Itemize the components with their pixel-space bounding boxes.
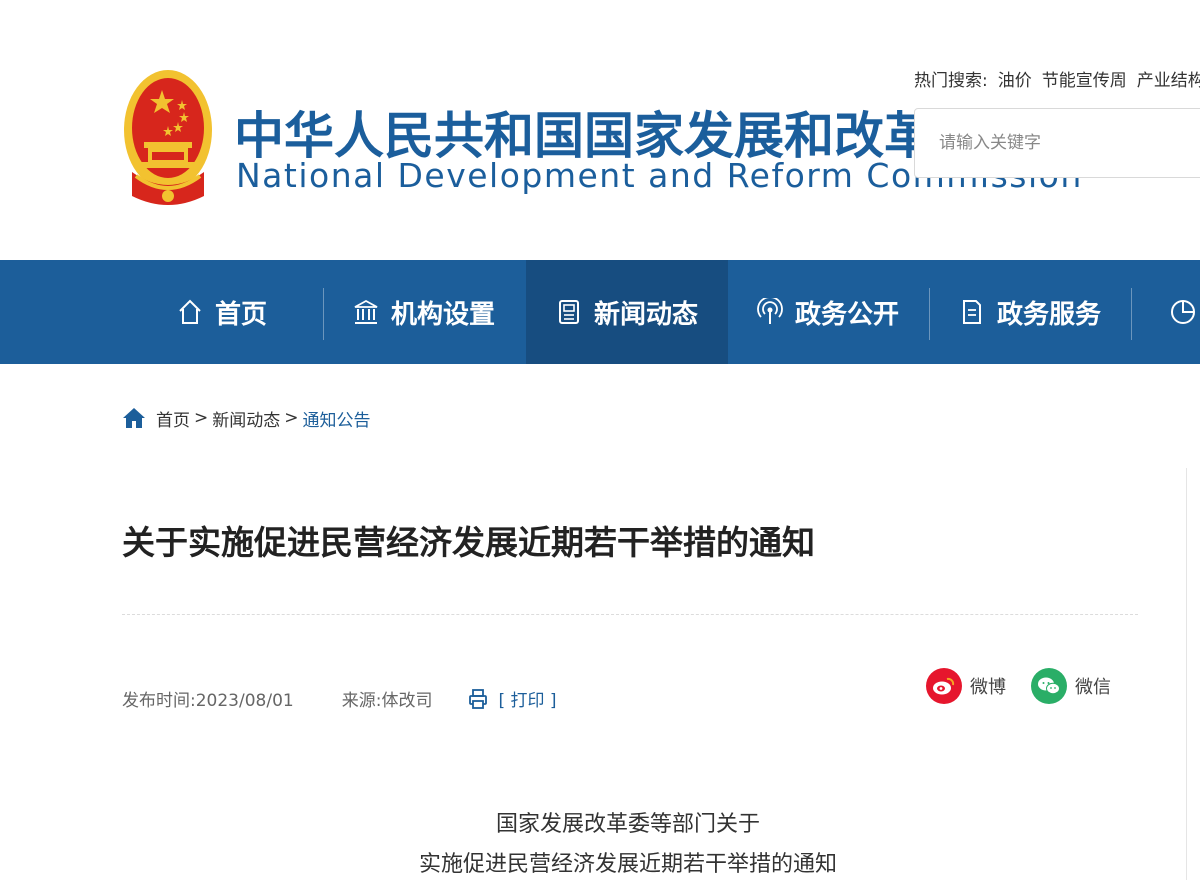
pie-chart-icon [1171, 300, 1195, 324]
institution-building-icon [354, 299, 378, 324]
article-title: 关于实施促进民营经济发展近期若干举措的通知 [122, 523, 815, 562]
document-icon [962, 300, 981, 324]
printer-icon [469, 688, 488, 709]
nav-item-data[interactable] [1132, 260, 1200, 364]
breadcrumb: 首页 > 新闻动态 > 通知公告 [122, 404, 371, 432]
nav-item-home[interactable]: 首页 [122, 260, 322, 364]
search-box [914, 108, 1200, 178]
main-nav: 首页 机构设置 新闻动态 政务公开 政务服务 [0, 260, 1200, 364]
article-meta: 发布时间:2023/08/01 来源:体改司 [ 打印 ] [122, 686, 557, 711]
nav-item-label: 首页 [214, 299, 267, 330]
share-wechat[interactable]: 微信 [1031, 668, 1111, 704]
nav-item-services[interactable]: 政务服务 [930, 260, 1130, 364]
nav-item-news[interactable]: 新闻动态 [526, 260, 728, 364]
nav-item-label: 机构设置 [390, 299, 495, 330]
nav-item-government-affairs[interactable]: 政务公开 [728, 260, 928, 364]
search-input[interactable] [915, 109, 1200, 177]
hot-search-label: 热门搜索: [914, 71, 988, 91]
print-label: [ 打印 ] [498, 691, 557, 711]
print-button[interactable]: [ 打印 ] [468, 686, 557, 711]
breadcrumb-current[interactable]: 通知公告 [303, 406, 371, 431]
breadcrumb-news[interactable]: 新闻动态 [212, 406, 280, 431]
nav-item-label: 新闻动态 [593, 299, 698, 330]
nav-item-label: 政务服务 [996, 299, 1101, 330]
title-divider [122, 614, 1138, 615]
article-source: 来源:体改司 [341, 691, 433, 711]
site-header: 中华人民共和国国家发展和改革委员会 National Development a… [0, 0, 1200, 260]
home-icon [123, 408, 145, 428]
hot-search-term[interactable]: 产业结构调 [1137, 71, 1200, 91]
weibo-icon [926, 668, 962, 704]
breadcrumb-home[interactable]: 首页 [156, 406, 190, 431]
doc-heading-line1: 国家发展改革委等部门关于 [495, 812, 760, 837]
publish-time: 发布时间:2023/08/01 [122, 691, 294, 711]
home-outline-icon [179, 299, 201, 324]
wechat-icon [1031, 668, 1067, 704]
hot-search-bar: 热门搜索: 油价节能宣传周产业结构调 [914, 66, 1200, 91]
nav-item-label: 政务公开 [794, 299, 899, 330]
hot-search-term[interactable]: 节能宣传周 [1042, 71, 1127, 91]
share-weibo-label: 微博 [970, 677, 1006, 698]
newspaper-icon [558, 300, 579, 324]
national-emblem-logo[interactable] [122, 68, 214, 214]
nav-item-institutions[interactable]: 机构设置 [324, 260, 524, 364]
broadcast-icon [757, 298, 783, 324]
breadcrumb-separator: > [194, 408, 209, 428]
breadcrumb-separator: > [284, 408, 299, 428]
hot-search-term[interactable]: 油价 [998, 71, 1032, 91]
doc-heading-line2: 实施促进民营经济发展近期若干举措的通知 [418, 852, 837, 877]
share-weibo[interactable]: 微博 [926, 668, 1006, 704]
share-wechat-label: 微信 [1075, 677, 1111, 698]
